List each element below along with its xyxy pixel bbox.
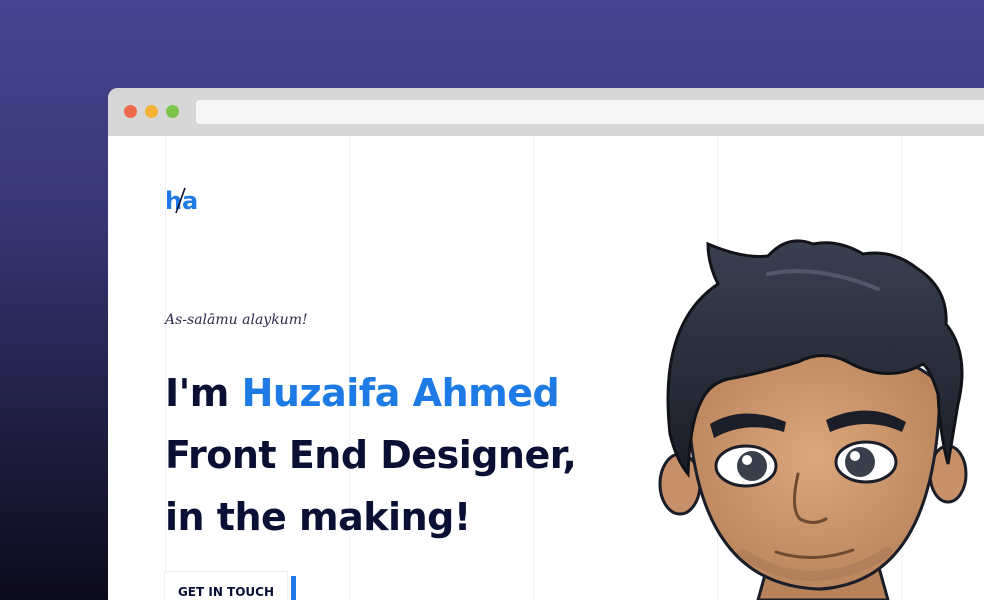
- logo-letter-h: h: [165, 187, 182, 214]
- address-bar[interactable]: [196, 100, 984, 124]
- get-in-touch-button[interactable]: GET IN TOUCH: [165, 572, 287, 600]
- greeting-text: As-salāmu alaykum!: [165, 312, 308, 328]
- button-accent-bar: [291, 576, 296, 600]
- pupil-left: [737, 451, 767, 481]
- headline-line-2: Front End Designer,: [165, 433, 577, 477]
- browser-toolbar: [108, 88, 984, 136]
- avatar-illustration: [658, 239, 968, 600]
- headline-line-3: in the making!: [165, 495, 471, 539]
- window-minimize-button[interactable]: [145, 105, 158, 118]
- pupil-right: [845, 447, 875, 477]
- browser-window: h a As-salāmu alaykum! I'm Huzaifa Ahmed…: [108, 88, 984, 600]
- window-close-button[interactable]: [124, 105, 137, 118]
- site-logo[interactable]: h a: [165, 186, 201, 214]
- eye-shine-left: [742, 455, 752, 465]
- eye-shine-right: [850, 451, 860, 461]
- headline-line-1: I'm Huzaifa Ahmed: [165, 362, 576, 424]
- window-maximize-button[interactable]: [166, 105, 179, 118]
- headline-prefix: I'm: [165, 371, 242, 415]
- hero-headline: I'm Huzaifa Ahmed Front End Designer, in…: [165, 362, 577, 548]
- page-viewport: h a As-salāmu alaykum! I'm Huzaifa Ahmed…: [108, 136, 984, 600]
- headline-name: Huzaifa Ahmed: [241, 371, 560, 415]
